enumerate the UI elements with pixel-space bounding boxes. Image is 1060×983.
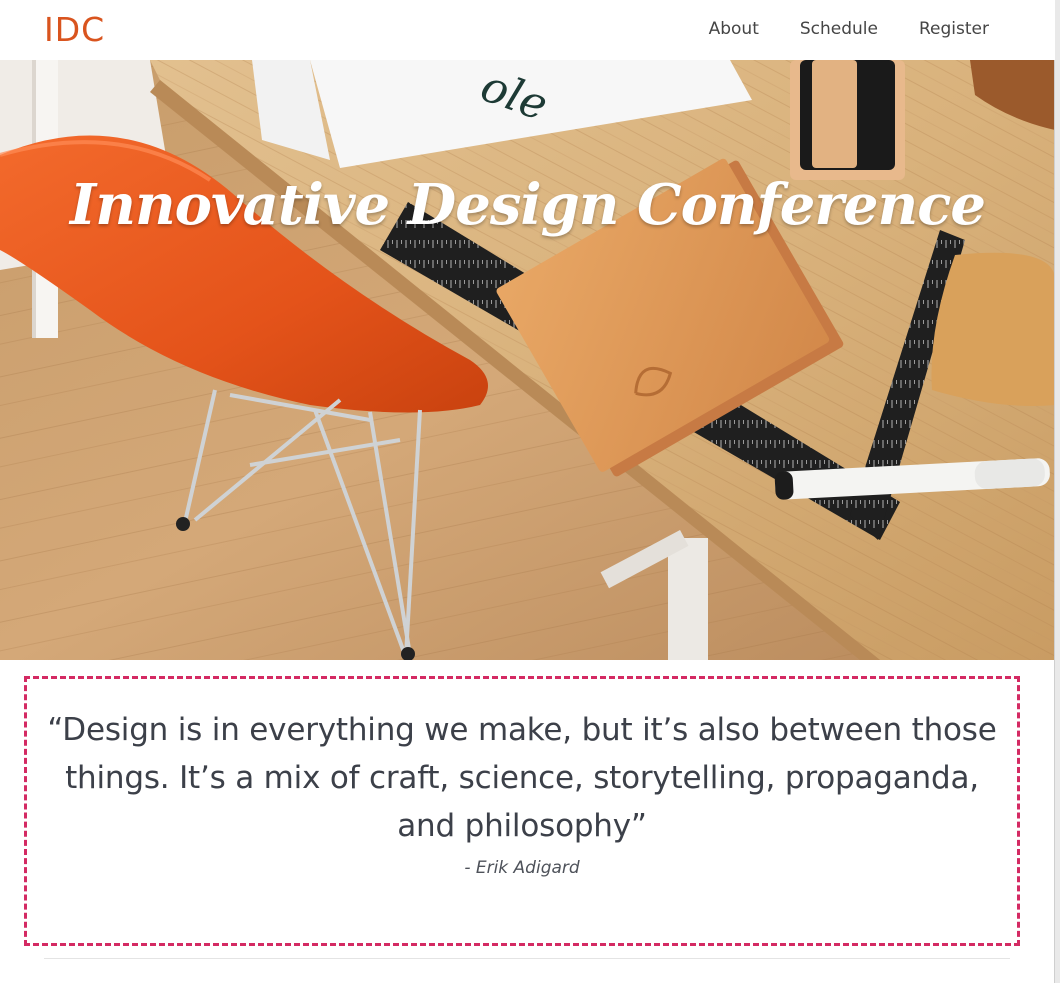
nav-links: About Schedule Register bbox=[709, 19, 989, 39]
quote-author: - Erik Adigard bbox=[464, 858, 580, 878]
nav-link-about[interactable]: About bbox=[709, 19, 759, 39]
section-divider bbox=[44, 958, 1010, 959]
scrollbar[interactable] bbox=[1054, 0, 1060, 983]
hero-title: Innovative Design Conference bbox=[70, 172, 986, 238]
nav-link-register[interactable]: Register bbox=[919, 19, 989, 39]
nav-link-schedule[interactable]: Schedule bbox=[800, 19, 878, 39]
quote-box: “Design is in everything we make, but it… bbox=[24, 676, 1020, 946]
quote-text: “Design is in everything we make, but it… bbox=[47, 712, 997, 844]
page: IDC About Schedule Register ole Innovati… bbox=[0, 0, 1060, 983]
navbar: IDC About Schedule Register bbox=[0, 0, 1055, 60]
brand-logo[interactable]: IDC bbox=[44, 10, 105, 49]
hero-section: ole Innovative Design Conference bbox=[0, 60, 1055, 660]
hero-photo: ole bbox=[0, 60, 1055, 660]
